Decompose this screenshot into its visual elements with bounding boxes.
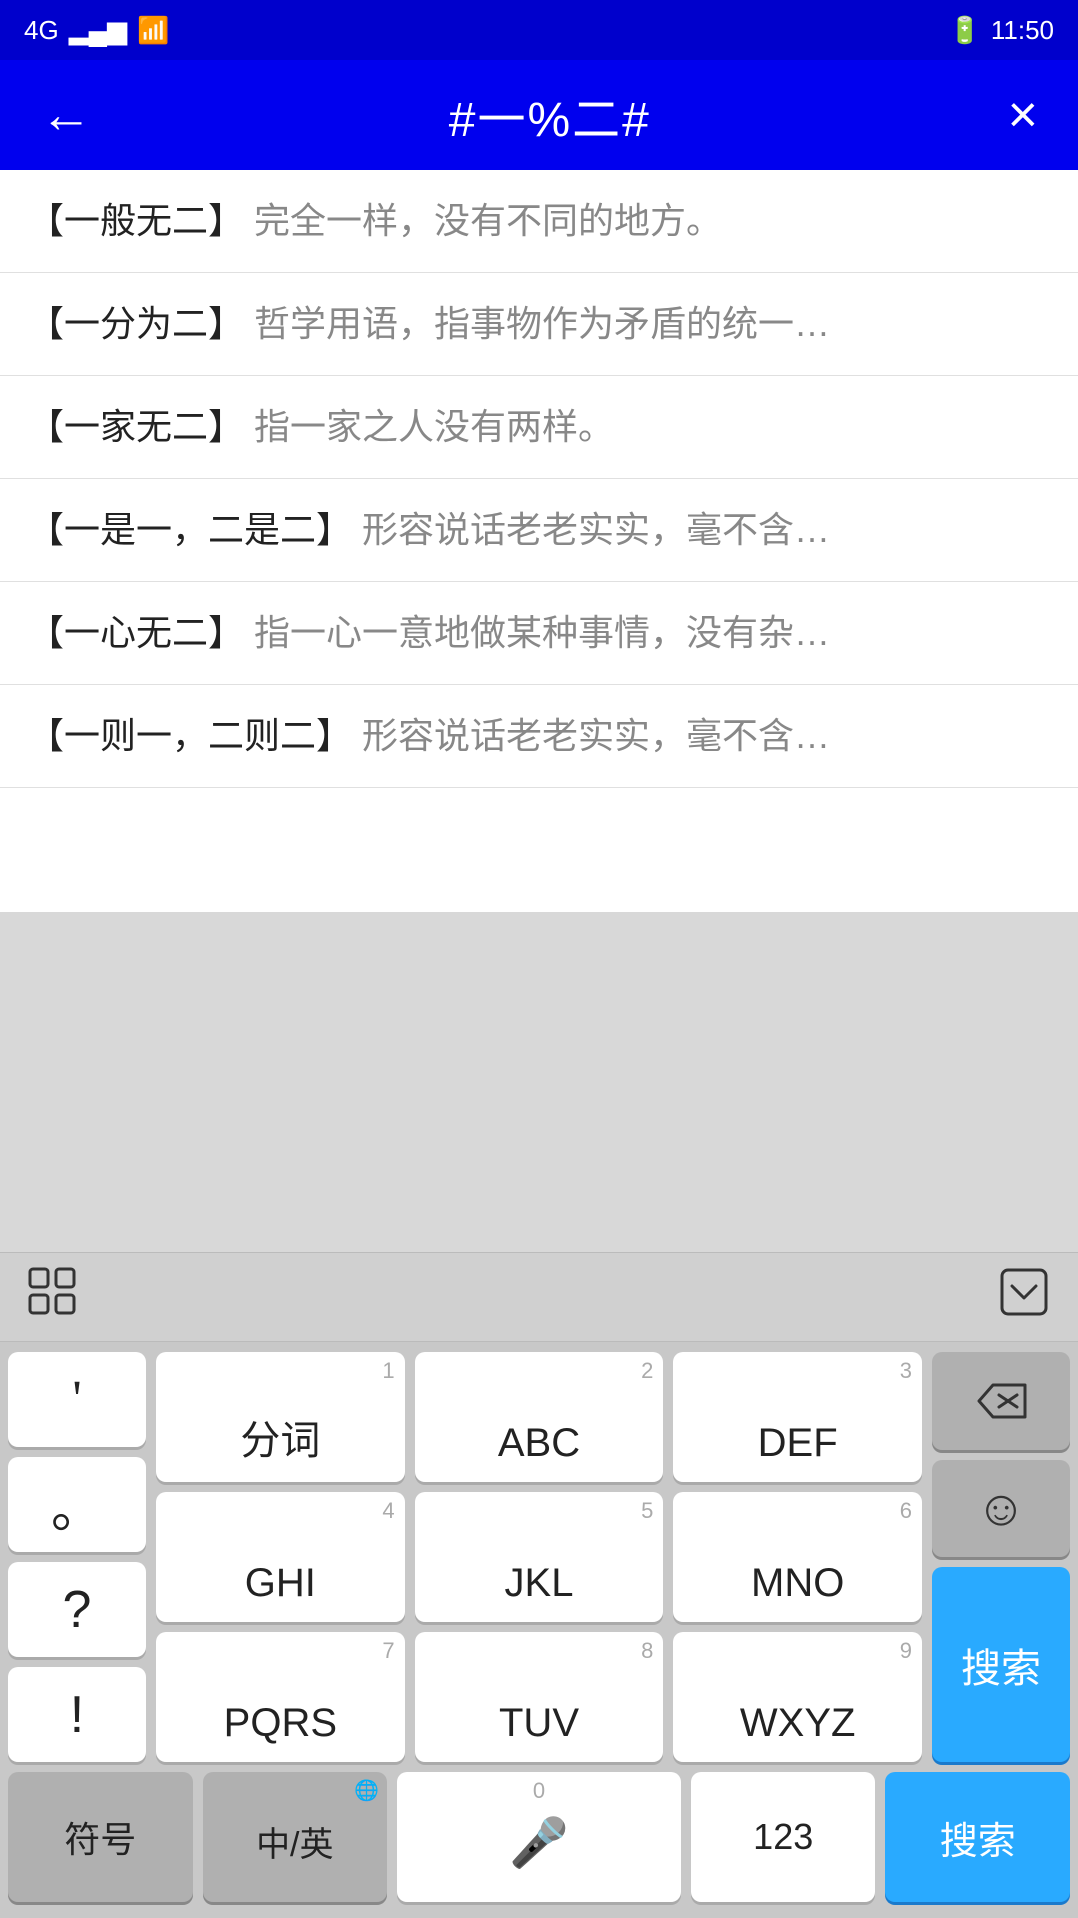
idiom-key-6: 【一则一，二则二】: [28, 715, 352, 756]
back-button[interactable]: ←: [40, 89, 92, 141]
result-item-5[interactable]: 【一心无二】 指一心一意地做某种事情，没有杂…: [0, 582, 1078, 685]
idiom-def-3: 指一家之人没有两样。: [254, 406, 614, 447]
idiom-key-5: 【一心无二】: [28, 612, 244, 653]
key-row-2: 4 GHI 5 JKL 6 MNO: [156, 1492, 922, 1622]
status-bar: 4G ▂▄▆ 📶 🔋 11:50: [0, 0, 1078, 60]
idiom-key-2: 【一分为二】: [28, 303, 244, 344]
key-1-fenci[interactable]: 1 分词: [156, 1352, 405, 1482]
key-9-wxyz[interactable]: 9 WXYZ: [673, 1632, 922, 1762]
action-column: ☺ 搜索: [932, 1352, 1070, 1762]
signal-bars: ▂▄▆: [69, 15, 127, 46]
key-8-tuv[interactable]: 8 TUV: [415, 1632, 664, 1762]
result-item-1[interactable]: 【一般无二】 完全一样，没有不同的地方。: [0, 170, 1078, 273]
status-right: 🔋 11:50: [948, 15, 1054, 46]
result-item-6[interactable]: 【一则一，二则二】 形容说话老老实实，毫不含…: [0, 685, 1078, 788]
close-button[interactable]: ×: [1008, 89, 1038, 141]
toolbar-left: [20, 1259, 84, 1335]
key-row-1: 1 分词 2 ABC 3 DEF: [156, 1352, 922, 1482]
key-6-mno[interactable]: 6 MNO: [673, 1492, 922, 1622]
key-2-abc[interactable]: 2 ABC: [415, 1352, 664, 1482]
search-key-right[interactable]: 搜索: [932, 1567, 1070, 1762]
idiom-def-6: 形容说话老老实实，毫不含…: [362, 715, 830, 756]
idiom-def-1: 完全一样，没有不同的地方。: [254, 200, 722, 241]
grid-icon[interactable]: [20, 1259, 84, 1335]
keyboard-section: ' 。 ? ! 1 分词 2 ABC 3: [0, 1342, 1078, 1918]
time-display: 11:50: [991, 15, 1054, 46]
toolbar-right: [990, 1258, 1058, 1337]
result-item-2[interactable]: 【一分为二】 哲学用语，指事物作为矛盾的统一…: [0, 273, 1078, 376]
idiom-def-4: 形容说话老老实实，毫不含…: [362, 509, 830, 550]
key-0-mic[interactable]: 0 🎤: [397, 1772, 681, 1902]
wifi-icon: 📶: [137, 15, 169, 46]
idiom-key-3: 【一家无二】: [28, 406, 244, 447]
result-item-4[interactable]: 【一是一，二是二】 形容说话老老实实，毫不含…: [0, 479, 1078, 582]
key-row-3: 7 PQRS 8 TUV 9 WXYZ: [156, 1632, 922, 1762]
punctuation-column: ' 。 ? !: [8, 1352, 146, 1762]
signal-icon: 4G: [24, 15, 59, 46]
search-query-title: #一%二#: [449, 80, 651, 150]
lang-switch-key[interactable]: 🌐 中/英: [203, 1772, 388, 1902]
empty-content-area: [0, 912, 1078, 1252]
keyboard-toolbar: [0, 1252, 1078, 1342]
punct-key-comma[interactable]: ': [8, 1352, 146, 1447]
idiom-key-1: 【一般无二】: [28, 200, 244, 241]
app-bar: ← #一%二# ×: [0, 60, 1078, 170]
idiom-def-2: 哲学用语，指事物作为矛盾的统一…: [254, 303, 830, 344]
collapse-keyboard-icon[interactable]: [990, 1258, 1058, 1337]
key-3-def[interactable]: 3 DEF: [673, 1352, 922, 1482]
delete-key[interactable]: [932, 1352, 1070, 1450]
idiom-def-5: 指一心一意地做某种事情，没有杂…: [254, 612, 830, 653]
keyboard-main-grid: ' 。 ? ! 1 分词 2 ABC 3: [8, 1352, 1070, 1762]
key-4-ghi[interactable]: 4 GHI: [156, 1492, 405, 1622]
emoji-key[interactable]: ☺: [932, 1460, 1070, 1558]
results-list: 【一般无二】 完全一样，没有不同的地方。 【一分为二】 哲学用语，指事物作为矛盾…: [0, 170, 1078, 912]
search-button-bottom[interactable]: 搜索: [885, 1772, 1070, 1902]
symbol-key[interactable]: 符号: [8, 1772, 193, 1902]
punct-key-period[interactable]: 。: [8, 1457, 146, 1552]
bottom-key-row: 符号 🌐 中/英 0 🎤 123 搜索: [8, 1772, 1070, 1902]
idiom-key-4: 【一是一，二是二】: [28, 509, 352, 550]
status-left: 4G ▂▄▆ 📶: [24, 15, 169, 46]
battery-icon: 🔋: [948, 15, 980, 46]
keyboard-area: ' 。 ? ! 1 分词 2 ABC 3: [0, 1252, 1078, 1918]
punct-key-exclaim[interactable]: !: [8, 1667, 146, 1762]
key-123[interactable]: 123: [691, 1772, 876, 1902]
main-key-area: 1 分词 2 ABC 3 DEF 4 GHI: [156, 1352, 922, 1762]
punct-key-question[interactable]: ?: [8, 1562, 146, 1657]
key-5-jkl[interactable]: 5 JKL: [415, 1492, 664, 1622]
key-7-pqrs[interactable]: 7 PQRS: [156, 1632, 405, 1762]
result-item-3[interactable]: 【一家无二】 指一家之人没有两样。: [0, 376, 1078, 479]
